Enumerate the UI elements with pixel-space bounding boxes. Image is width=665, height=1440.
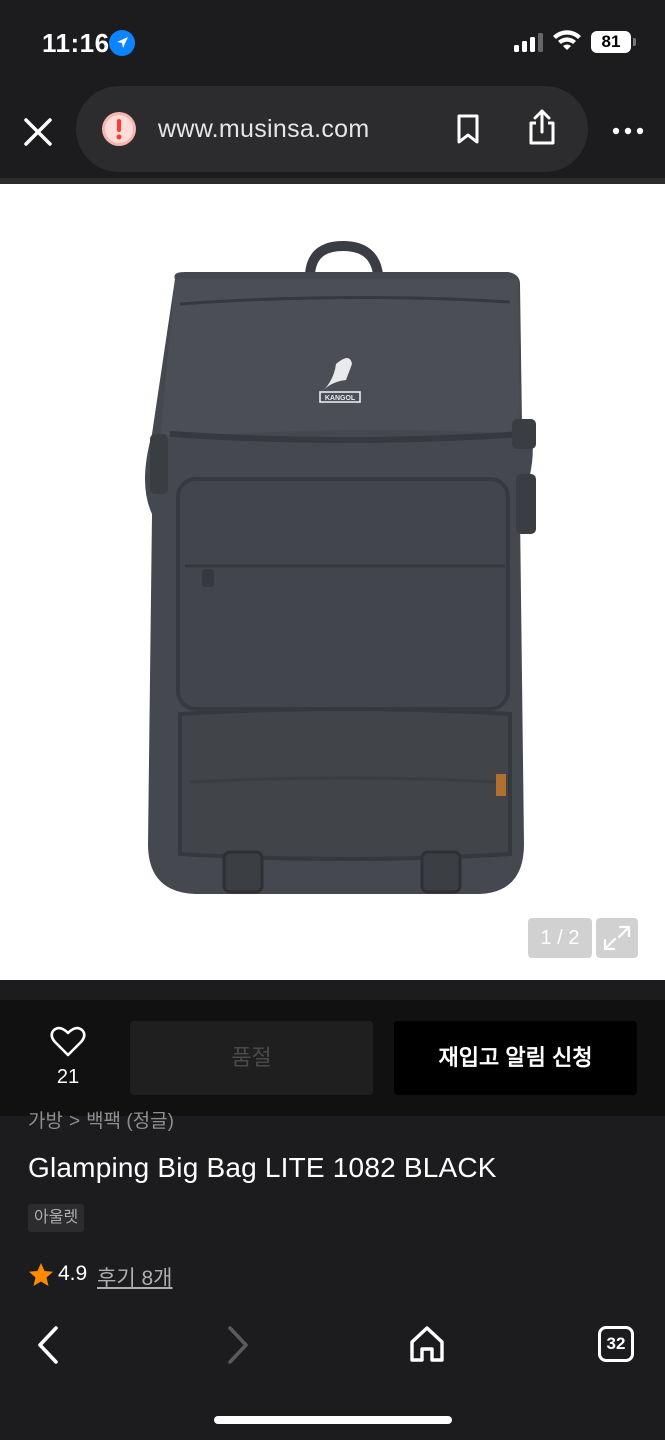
outlet-tag: 아울렛 xyxy=(28,1204,85,1232)
browser-bar: www.musinsa.com xyxy=(0,86,665,178)
like-button[interactable]: 21 xyxy=(28,1022,108,1094)
breadcrumb: 가방 > 백팩 (정글) xyxy=(28,1106,174,1133)
back-icon[interactable] xyxy=(32,1324,64,1366)
browser-bottom-toolbar: 32 xyxy=(0,1300,665,1440)
status-time: 11:16 xyxy=(42,28,110,58)
product-image-viewer[interactable]: KANGOL 1 / 2 xyxy=(0,184,665,980)
bookmark-icon[interactable] xyxy=(454,113,482,145)
url-text[interactable]: www.musinsa.com xyxy=(158,115,370,144)
forward-icon[interactable] xyxy=(222,1324,254,1366)
restock-notify-button[interactable]: 재입고 알림 신청 xyxy=(394,1021,637,1095)
home-indicator[interactable] xyxy=(214,1416,452,1424)
address-bar[interactable]: www.musinsa.com xyxy=(76,86,588,172)
soldout-button[interactable]: 품절 xyxy=(130,1021,373,1095)
expand-icon xyxy=(603,925,631,951)
warning-icon[interactable] xyxy=(100,110,138,148)
share-icon[interactable] xyxy=(526,108,558,146)
expand-image-button[interactable] xyxy=(596,918,638,958)
close-icon[interactable] xyxy=(18,112,58,152)
more-options-icon[interactable] xyxy=(610,116,646,146)
location-arrow-icon xyxy=(109,30,135,56)
wifi-icon xyxy=(553,30,581,50)
cellular-signal-icon xyxy=(514,33,543,52)
review-link[interactable]: 후기 8개 xyxy=(97,1262,172,1292)
tabs-button[interactable]: 32 xyxy=(598,1326,634,1362)
star-icon xyxy=(29,1263,53,1286)
purchase-action-bar: 21 품절 재입고 알림 신청 xyxy=(0,1000,665,1116)
like-count: 21 xyxy=(56,1066,80,1088)
backpack-image: KANGOL xyxy=(145,240,536,894)
status-bar: 11:16 81 xyxy=(0,0,665,86)
battery-indicator: 81 xyxy=(591,31,631,53)
breadcrumb-item[interactable]: 가방 xyxy=(28,1111,63,1132)
breadcrumb-separator: > xyxy=(68,1111,81,1132)
image-page-indicator: 1 / 2 xyxy=(528,918,592,958)
battery-cap xyxy=(633,38,636,46)
home-icon[interactable] xyxy=(408,1324,446,1364)
breadcrumb-item[interactable]: 백팩 (정글) xyxy=(86,1111,174,1132)
svg-text:KANGOL: KANGOL xyxy=(325,395,356,402)
rating-value: 4.9 xyxy=(58,1262,88,1285)
product-title: Glamping Big Bag LITE 1082 BLACK xyxy=(28,1152,497,1183)
heart-icon xyxy=(50,1026,86,1057)
